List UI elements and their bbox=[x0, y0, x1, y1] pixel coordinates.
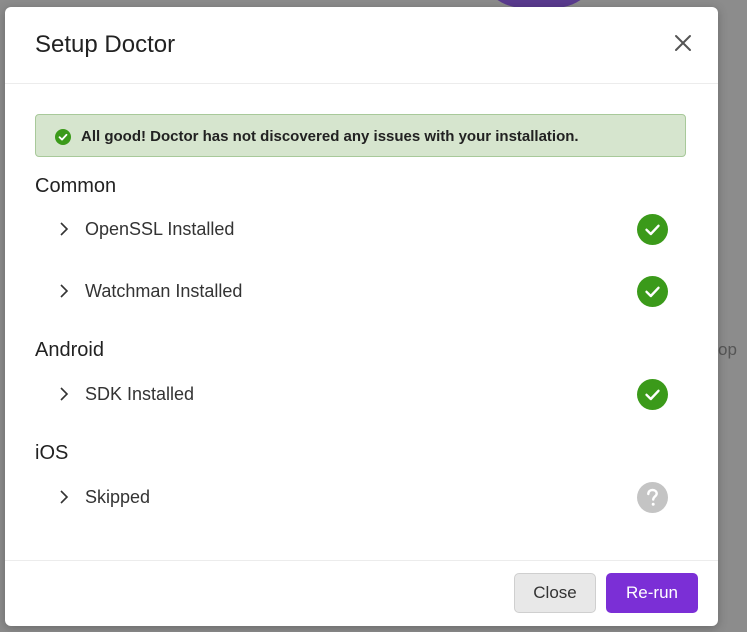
check-item-openssl[interactable]: OpenSSL Installed bbox=[35, 209, 686, 249]
dialog-header: Setup Doctor bbox=[5, 7, 718, 84]
check-item-label: OpenSSL Installed bbox=[85, 219, 235, 239]
setup-doctor-dialog: Setup Doctor All good! Doctor has not di… bbox=[5, 7, 718, 626]
success-icon bbox=[637, 214, 668, 245]
check-item-sdk[interactable]: SDK Installed bbox=[35, 374, 686, 414]
success-icon bbox=[637, 379, 668, 410]
rerun-button[interactable]: Re-run bbox=[606, 573, 698, 613]
background-text: op bbox=[718, 340, 737, 359]
question-icon bbox=[637, 482, 668, 513]
close-button[interactable]: Close bbox=[514, 573, 596, 613]
check-item-label: Watchman Installed bbox=[85, 281, 243, 301]
check-item-skipped[interactable]: Skipped bbox=[35, 477, 686, 517]
alert-message: All good! Doctor has not discovered any … bbox=[81, 128, 579, 145]
check-item-watchman[interactable]: Watchman Installed bbox=[35, 271, 686, 311]
dialog-title: Setup Doctor bbox=[35, 31, 176, 58]
check-item-label: Skipped bbox=[85, 487, 151, 507]
chevron-right-icon bbox=[60, 284, 69, 298]
check-circle-icon bbox=[55, 129, 71, 145]
section-title-android: Android bbox=[35, 339, 104, 361]
section-title-ios: iOS bbox=[35, 442, 69, 464]
dialog-footer: Close Re-run bbox=[5, 560, 718, 626]
section-title-common: Common bbox=[35, 175, 117, 197]
close-icon[interactable] bbox=[669, 29, 697, 57]
chevron-right-icon bbox=[60, 222, 69, 236]
chevron-right-icon bbox=[60, 387, 69, 401]
chevron-right-icon bbox=[60, 490, 69, 504]
success-icon bbox=[637, 276, 668, 307]
success-alert: All good! Doctor has not discovered any … bbox=[35, 114, 686, 157]
check-item-label: SDK Installed bbox=[85, 384, 195, 404]
